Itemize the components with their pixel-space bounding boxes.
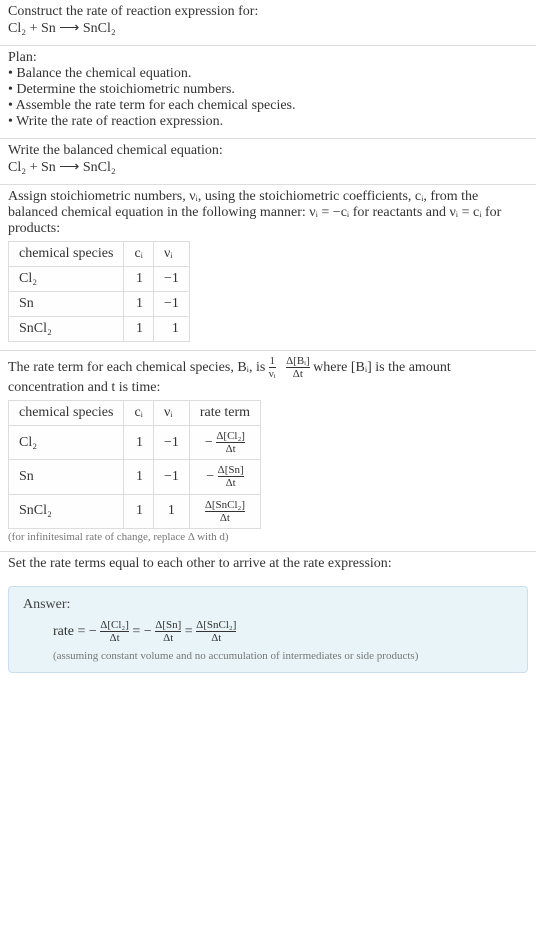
frac-bot: Δt [100, 631, 129, 644]
col-ci: cᵢ [124, 242, 154, 267]
sign: − [205, 435, 213, 450]
frac-bot: Δt [196, 631, 236, 644]
rate-frac: Δ[Sn] Δt [218, 464, 244, 489]
col-rate-term: rate term [189, 401, 260, 426]
frac-top: Δ[SnCl₂] [196, 619, 236, 631]
plan-bullet-3: • Assemble the rate term for each chemic… [8, 98, 528, 114]
section-construct: Construct the rate of reaction expressio… [0, 0, 536, 45]
table-footnote: (for infinitesimal rate of change, repla… [8, 531, 528, 543]
cell-nui: −1 [153, 426, 189, 460]
col-nui: νᵢ [153, 401, 189, 426]
rate-frac-sncl2: Δ[SnCl₂] Δt [196, 619, 236, 644]
col-ci: cᵢ [124, 401, 154, 426]
cell-nui: −1 [153, 292, 189, 317]
cell-ci: 1 [124, 317, 154, 342]
frac-top: Δ[Sn] [155, 619, 181, 631]
stoich-text: Assign stoichiometric numbers, νᵢ, using… [8, 189, 528, 237]
col-nui: νᵢ [153, 242, 189, 267]
cell-rate-term: − Δ[Sn] Δt [189, 460, 260, 494]
rate-frac-cl2: Δ[Cl₂] Δt [100, 619, 129, 644]
rate-frac: Δ[SnCl₂] Δt [205, 499, 245, 524]
cell-ci: 1 [124, 426, 154, 460]
rate-term-table: chemical species cᵢ νᵢ rate term Cl₂ 1 −… [8, 400, 261, 529]
cell-rate-term: − Δ[Cl₂] Δt [189, 426, 260, 460]
cell-ci: 1 [124, 267, 154, 292]
table-row: SnCl₂ 1 1 [9, 317, 190, 342]
answer-box: Answer: rate = − Δ[Cl₂] Δt = − Δ[Sn] Δt … [8, 586, 528, 673]
cell-ci: 1 [124, 494, 154, 528]
construct-equation: Cl₂ + Sn ⟶ SnCl₂ [8, 20, 528, 37]
cell-nui: −1 [153, 267, 189, 292]
cell-nui: 1 [153, 317, 189, 342]
eq-sep: = [185, 624, 196, 639]
frac-dBi-dt: Δ[Bᵢ] Δt [286, 355, 310, 380]
set-equal-text: Set the rate terms equal to each other t… [8, 556, 528, 572]
stoich-table: chemical species cᵢ νᵢ Cl₂ 1 −1 Sn 1 −1 … [8, 241, 190, 342]
construct-title: Construct the rate of reaction expressio… [8, 4, 528, 20]
plan-bullet-1: • Balance the chemical equation. [8, 66, 528, 82]
table-row: SnCl₂ 1 1 Δ[SnCl₂] Δt [9, 494, 261, 528]
frac-top: Δ[Sn] [218, 464, 244, 476]
rate-frac: Δ[Cl₂] Δt [216, 430, 245, 455]
table-row: chemical species cᵢ νᵢ [9, 242, 190, 267]
cell-ci: 1 [124, 460, 154, 494]
table-row: chemical species cᵢ νᵢ rate term [9, 401, 261, 426]
rate-frac-sn: Δ[Sn] Δt [155, 619, 181, 644]
frac-bot: Δt [216, 442, 245, 455]
plan-bullet-4: • Write the rate of reaction expression. [8, 114, 528, 130]
cell-nui: −1 [153, 460, 189, 494]
section-set-equal: Set the rate terms equal to each other t… [0, 552, 536, 580]
cell-rate-term: Δ[SnCl₂] Δt [189, 494, 260, 528]
answer-note: (assuming constant volume and no accumul… [23, 650, 513, 662]
cell-species: Sn [9, 292, 124, 317]
col-species: chemical species [9, 401, 124, 426]
frac-top: Δ[Cl₂] [216, 430, 245, 442]
cell-ci: 1 [124, 292, 154, 317]
cell-species: SnCl₂ [9, 494, 124, 528]
table-row: Sn 1 −1 − Δ[Sn] Δt [9, 460, 261, 494]
frac-bot: Δt [205, 511, 245, 524]
frac-top: 1 [269, 355, 276, 367]
frac-bot: Δt [218, 476, 244, 489]
table-row: Cl₂ 1 −1 [9, 267, 190, 292]
sign: − [206, 469, 214, 484]
section-stoich: Assign stoichiometric numbers, νᵢ, using… [0, 185, 536, 350]
frac-bot: νᵢ [269, 367, 276, 380]
table-row: Cl₂ 1 −1 − Δ[Cl₂] Δt [9, 426, 261, 460]
rate-text-a: The rate term for each chemical species,… [8, 360, 269, 375]
answer-label: Answer: [23, 597, 513, 613]
rate-expression: rate = − Δ[Cl₂] Δt = − Δ[Sn] Δt = Δ[SnCl… [23, 619, 513, 644]
section-rate-term: The rate term for each chemical species,… [0, 351, 536, 551]
cell-species: Cl₂ [9, 426, 124, 460]
frac-1-over-nu: 1 νᵢ [269, 355, 276, 380]
balanced-equation: Cl₂ + Sn ⟶ SnCl₂ [8, 159, 528, 176]
rate-term-text: The rate term for each chemical species,… [8, 355, 528, 396]
frac-bot: Δt [155, 631, 181, 644]
cell-species: Cl₂ [9, 267, 124, 292]
table-row: Sn 1 −1 [9, 292, 190, 317]
balanced-title: Write the balanced chemical equation: [8, 143, 528, 159]
frac-top: Δ[SnCl₂] [205, 499, 245, 511]
cell-nui: 1 [153, 494, 189, 528]
section-balanced: Write the balanced chemical equation: Cl… [0, 139, 536, 184]
plan-bullet-2: • Determine the stoichiometric numbers. [8, 82, 528, 98]
frac-bot: Δt [286, 367, 310, 380]
eq-sep: = − [132, 624, 151, 639]
plan-label: Plan: [8, 50, 528, 66]
rate-prefix: rate = − [53, 624, 97, 639]
section-plan: Plan: • Balance the chemical equation. •… [0, 46, 536, 138]
frac-top: Δ[Bᵢ] [286, 355, 310, 367]
cell-species: SnCl₂ [9, 317, 124, 342]
frac-top: Δ[Cl₂] [100, 619, 129, 631]
cell-species: Sn [9, 460, 124, 494]
col-species: chemical species [9, 242, 124, 267]
